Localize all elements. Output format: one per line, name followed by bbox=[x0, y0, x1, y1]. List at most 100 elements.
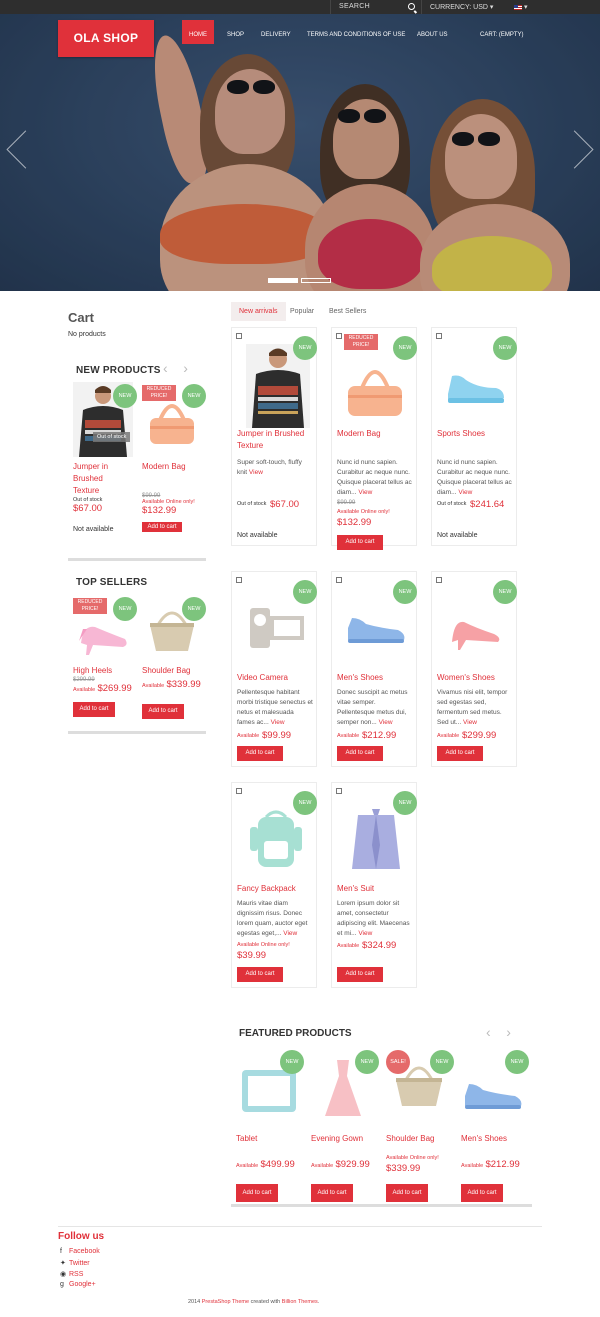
add-to-cart-button[interactable]: Add to cart bbox=[461, 1184, 503, 1202]
product-name[interactable]: Jumper in Brushed Texture bbox=[237, 428, 315, 452]
product-card[interactable]: REDUCED PRICE! NEW Modern Bag Nunc id nu… bbox=[331, 327, 417, 550]
product-name[interactable]: Men's Shoes bbox=[461, 1134, 507, 1143]
list-item[interactable]: Out of stock NEW Jumper in Brushed Textu… bbox=[73, 382, 137, 533]
add-to-cart-button[interactable]: Add to cart bbox=[337, 967, 383, 982]
product-name[interactable]: Shoulder Bag bbox=[386, 1134, 434, 1143]
product-price: $929.99 bbox=[335, 1159, 370, 1170]
product-card[interactable]: NEW Women's Shoes Vivamus nisi elit, tem… bbox=[431, 571, 517, 767]
product-name[interactable]: Modern Bag bbox=[337, 428, 381, 440]
slider-next-icon[interactable] bbox=[582, 126, 596, 168]
nav-delivery[interactable]: DELIVERY bbox=[261, 20, 291, 44]
billion-themes-link[interactable]: Billion Themes bbox=[282, 1299, 318, 1305]
social-facebook[interactable]: f Facebook bbox=[60, 1248, 100, 1255]
add-to-cart-button[interactable]: Add to cart bbox=[73, 702, 115, 717]
add-to-cart-button[interactable]: Add to cart bbox=[311, 1184, 353, 1202]
view-link[interactable]: View bbox=[358, 930, 372, 937]
product-card[interactable]: NEW Fancy Backpack Mauris vitae diam dig… bbox=[231, 782, 317, 988]
language-select[interactable]: ▾ bbox=[514, 3, 527, 11]
add-to-cart-button[interactable]: Add to cart bbox=[437, 746, 483, 761]
mens-shoes-image bbox=[348, 618, 405, 643]
view-link[interactable]: View bbox=[458, 489, 472, 496]
product-name[interactable]: Fancy Backpack bbox=[237, 883, 296, 895]
compare-checkbox[interactable] bbox=[336, 788, 342, 794]
slider-dot[interactable] bbox=[301, 278, 331, 283]
add-to-cart-button[interactable]: Add to cart bbox=[337, 746, 383, 761]
view-link[interactable]: View bbox=[271, 719, 285, 726]
product-name[interactable]: Tablet bbox=[236, 1134, 257, 1143]
compare-checkbox[interactable] bbox=[236, 788, 242, 794]
view-link[interactable]: View bbox=[283, 930, 297, 937]
tab-new-arrivals[interactable]: New arrivals bbox=[231, 302, 286, 321]
list-item[interactable]: NEW Tablet Available $499.99 Add to cart bbox=[236, 1050, 306, 1210]
add-to-cart-button[interactable]: Add to cart bbox=[142, 522, 182, 532]
view-link[interactable]: View bbox=[379, 719, 393, 726]
compare-checkbox[interactable] bbox=[336, 577, 342, 583]
compare-checkbox[interactable] bbox=[436, 577, 442, 583]
search-input[interactable]: SEARCH bbox=[339, 3, 370, 10]
search-icon[interactable] bbox=[408, 3, 415, 10]
chevron-left-icon[interactable]: ‹ bbox=[163, 360, 168, 376]
view-link[interactable]: View bbox=[249, 469, 263, 476]
product-name[interactable]: Sports Shoes bbox=[437, 428, 485, 440]
add-to-cart-button[interactable]: Add to cart bbox=[236, 1184, 278, 1202]
product-card[interactable]: NEW Video Camera Pellentesque habitant m… bbox=[231, 571, 317, 767]
product-name[interactable]: Women's Shoes bbox=[437, 672, 495, 684]
product-card[interactable]: NEW Men's Suit Lorem ipsum dolor sit ame… bbox=[331, 782, 417, 988]
list-item[interactable]: NEW Shoulder Bag Available $339.99 Add t… bbox=[142, 595, 206, 719]
product-name[interactable]: Men's Shoes bbox=[337, 672, 383, 684]
product-card[interactable]: NEW Sports Shoes Nunc id nunc sapien. Cu… bbox=[431, 327, 517, 546]
prestashop-link[interactable]: PrestaShop Theme bbox=[202, 1299, 249, 1305]
product-name[interactable]: High Heels bbox=[73, 665, 133, 677]
add-to-cart-button[interactable]: Add to cart bbox=[237, 746, 283, 761]
compare-checkbox[interactable] bbox=[336, 333, 342, 339]
slider-prev-icon[interactable] bbox=[4, 126, 18, 168]
reduced-badge: REDUCED PRICE! bbox=[344, 334, 378, 350]
product-name[interactable]: Video Camera bbox=[237, 672, 288, 684]
list-item[interactable]: NEW Evening Gown Available $929.99 Add t… bbox=[311, 1050, 381, 1210]
new-badge: NEW bbox=[355, 1050, 379, 1074]
nav-shop[interactable]: SHOP bbox=[227, 20, 244, 44]
add-to-cart-button[interactable]: Add to cart bbox=[237, 967, 283, 982]
product-name[interactable]: Evening Gown bbox=[311, 1134, 363, 1143]
social-twitter[interactable]: ✦ Twitter bbox=[60, 1259, 90, 1267]
list-item[interactable]: SALE! NEW Shoulder Bag Available Online … bbox=[386, 1050, 458, 1210]
add-to-cart-button[interactable]: Add to cart bbox=[337, 535, 383, 550]
tab-popular[interactable]: Popular bbox=[282, 302, 322, 321]
social-google-plus[interactable]: g Google+ bbox=[60, 1281, 96, 1288]
top-sellers-title: TOP SELLERS bbox=[76, 577, 148, 588]
shop-logo[interactable]: OLA SHOP bbox=[58, 20, 154, 57]
nav-home[interactable]: HOME bbox=[182, 20, 214, 44]
search-box[interactable]: SEARCH bbox=[330, 0, 422, 14]
featured-products: FEATURED PRODUCTS ‹ › NEW Tablet Availab… bbox=[231, 1022, 541, 1212]
list-item[interactable]: REDUCED PRICE! NEW Modern Bag $99.99 Ava… bbox=[142, 382, 206, 532]
product-name[interactable]: Men's Suit bbox=[337, 883, 374, 895]
out-of-stock-overlay: Out of stock bbox=[93, 432, 131, 442]
product-name[interactable]: Modern Bag bbox=[142, 461, 202, 473]
nav-about-us[interactable]: ABOUT US bbox=[417, 20, 448, 44]
chevron-left-icon[interactable]: ‹ bbox=[486, 1024, 491, 1040]
social-rss[interactable]: ◉ RSS bbox=[60, 1270, 83, 1278]
compare-checkbox[interactable] bbox=[236, 333, 242, 339]
nav-cart[interactable]: CART: (EMPTY) bbox=[480, 20, 524, 44]
slider-dot[interactable] bbox=[268, 278, 298, 283]
product-card[interactable]: NEW Jumper in Brushed Texture Super soft… bbox=[231, 327, 317, 546]
new-badge: NEW bbox=[293, 791, 317, 815]
list-item[interactable]: REDUCED PRICE! NEW High Heels $299.99 Av… bbox=[73, 595, 137, 717]
add-to-cart-button[interactable]: Add to cart bbox=[142, 704, 184, 719]
chevron-right-icon[interactable]: › bbox=[183, 360, 188, 376]
chevron-right-icon[interactable]: › bbox=[506, 1024, 511, 1040]
add-to-cart-button[interactable]: Add to cart bbox=[386, 1184, 428, 1202]
product-name[interactable]: Shoulder Bag bbox=[142, 665, 202, 677]
view-link[interactable]: View bbox=[463, 719, 477, 726]
product-card[interactable]: NEW Men's Shoes Donec suscipit ac metus … bbox=[331, 571, 417, 767]
compare-checkbox[interactable] bbox=[436, 333, 442, 339]
nav-terms[interactable]: TERMS AND CONDITIONS OF USE bbox=[307, 20, 405, 44]
tab-best-sellers[interactable]: Best Sellers bbox=[321, 302, 374, 321]
new-badge: NEW bbox=[493, 580, 517, 604]
compare-checkbox[interactable] bbox=[236, 577, 242, 583]
product-description: Vivamus nisi elit, tempor sed egestas se… bbox=[437, 689, 508, 726]
view-link[interactable]: View bbox=[358, 489, 372, 496]
product-name[interactable]: Jumper in Brushed Texture bbox=[73, 461, 128, 497]
currency-select[interactable]: CURRENCY: USD ▾ bbox=[430, 3, 493, 11]
list-item[interactable]: NEW Men's Shoes Available $212.99 Add to… bbox=[461, 1050, 536, 1210]
